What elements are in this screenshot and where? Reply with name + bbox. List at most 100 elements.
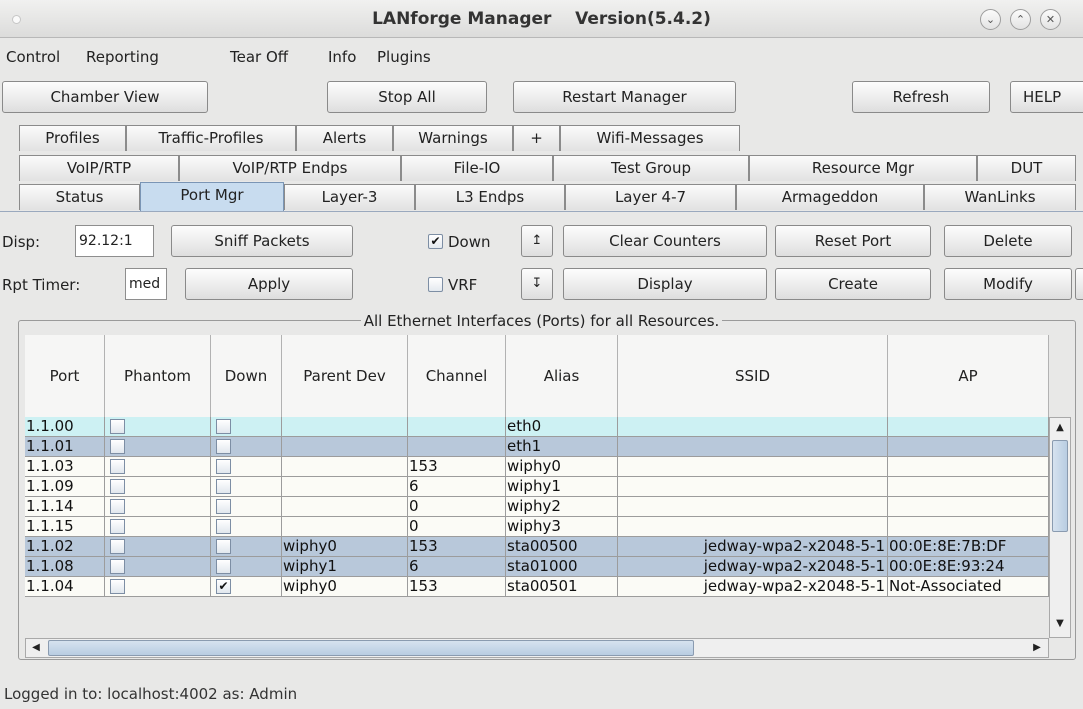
cell-parent-dev: wiphy0 [282,577,408,597]
tab-profiles[interactable]: Profiles [19,125,126,151]
down-checkbox[interactable] [216,459,231,474]
close-icon[interactable]: ✕ [1040,9,1061,30]
column-header-down[interactable]: Down [211,335,282,417]
tab-port-mgr[interactable]: Port Mgr [140,182,284,212]
tab-test-group[interactable]: Test Group [553,155,749,181]
clear-counters-button[interactable]: Clear Counters [563,225,767,257]
down-checkbox[interactable] [216,479,231,494]
down-checkbox[interactable]: ✔ [428,234,443,249]
cell-phantom [105,517,211,537]
down-checkbox[interactable] [216,539,231,554]
scroll-down-icon[interactable]: ▼ [1052,616,1068,632]
restart-manager-button[interactable]: Restart Manager [513,81,736,113]
cell-port: 1.1.01 [25,437,105,457]
sort-down-button[interactable]: ↧ [521,268,553,300]
table-row[interactable]: 1.1.15 0 wiphy3 [25,517,1049,537]
cell-phantom [105,577,211,597]
refresh-button[interactable]: Refresh [852,81,990,113]
horizontal-scrollbar[interactable]: ◀ ▶ [25,638,1049,658]
modify-button[interactable]: Modify [944,268,1072,300]
tab-wanlinks[interactable]: WanLinks [924,184,1076,210]
table-row[interactable]: 1.1.14 0 wiphy2 [25,497,1049,517]
phantom-checkbox[interactable] [110,419,125,434]
horizontal-scroll-thumb[interactable] [48,640,694,656]
menu-info[interactable]: Info [328,40,356,74]
cell-phantom [105,417,211,437]
down-checkbox[interactable] [216,499,231,514]
apply-button[interactable]: Apply [185,268,353,300]
tab-l3-endps[interactable]: L3 Endps [415,184,565,210]
phantom-checkbox[interactable] [110,479,125,494]
cell-parent-dev [282,417,408,437]
table-row[interactable]: 1.1.08 wiphy1 6 sta01000 jedway-wpa2-x2048-5… [25,557,1049,577]
create-button[interactable]: Create [775,268,931,300]
tab-voip-rtp-endps[interactable]: VoIP/RTP Endps [179,155,401,181]
tab-layer-3[interactable]: Layer-3 [284,184,415,210]
tab-alerts[interactable]: Alerts [296,125,393,151]
phantom-checkbox[interactable] [110,459,125,474]
scroll-left-icon[interactable]: ◀ [28,640,44,656]
tab-status[interactable]: Status [19,184,140,210]
menu-reporting[interactable]: Reporting [86,40,159,74]
table-row[interactable]: 1.1.03 153 wiphy0 [25,457,1049,477]
tab-traffic-profiles[interactable]: Traffic-Profiles [126,125,296,151]
column-header-ssid[interactable]: SSID [618,335,888,417]
phantom-checkbox[interactable] [110,439,125,454]
disp-field[interactable]: 92.12:1 [75,225,154,257]
table-row[interactable]: 1.1.01 eth1 [25,437,1049,457]
cell-channel: 0 [408,517,506,537]
tab-file-io[interactable]: File-IO [401,155,553,181]
tab-armageddon[interactable]: Armageddon [736,184,924,210]
menu-control[interactable]: Control [6,40,60,74]
phantom-checkbox[interactable] [110,499,125,514]
table-row[interactable]: 1.1.02 wiphy0 153 sta00500 jedway-wpa2-x2048… [25,537,1049,557]
more-button[interactable] [1075,268,1083,300]
down-checkbox[interactable] [216,559,231,574]
scroll-up-icon[interactable]: ▲ [1052,420,1068,436]
column-header-phantom[interactable]: Phantom [105,335,211,417]
sniff-packets-button[interactable]: Sniff Packets [171,225,353,257]
stop-all-button[interactable]: Stop All [327,81,487,113]
phantom-checkbox[interactable] [110,579,125,594]
column-header-channel[interactable]: Channel [408,335,506,417]
phantom-checkbox[interactable] [110,539,125,554]
table-header: Port Phantom Down Parent Dev Channel Alias SSI… [25,335,1049,417]
display-button[interactable]: Display [563,268,767,300]
maximize-icon[interactable]: ⌃ [1010,9,1031,30]
menu-plugins[interactable]: Plugins [377,40,431,74]
sort-up-button[interactable]: ↥ [521,225,553,257]
rpt-timer-field[interactable]: med [125,268,167,300]
cell-channel: 153 [408,577,506,597]
tab-warnings[interactable]: Warnings [393,125,513,151]
down-checkbox[interactable]: ✔ [216,579,231,594]
tab-layer-4-7[interactable]: Layer 4-7 [565,184,736,210]
delete-button[interactable]: Delete [944,225,1072,257]
table-row[interactable]: 1.1.00 eth0 [25,417,1049,437]
column-header-parent-dev[interactable]: Parent Dev [282,335,408,417]
table-row[interactable]: 1.1.04 ✔ wiphy0 153 sta00501 jedway-wpa2-x204… [25,577,1049,597]
vrf-checkbox[interactable] [428,277,443,292]
reset-port-button[interactable]: Reset Port [775,225,931,257]
column-header-port[interactable]: Port [25,335,105,417]
down-checkbox[interactable] [216,439,231,454]
tab-add[interactable]: + [513,125,560,151]
column-header-alias[interactable]: Alias [506,335,618,417]
phantom-checkbox[interactable] [110,559,125,574]
tab-voip-rtp[interactable]: VoIP/RTP [19,155,179,181]
cell-channel [408,437,506,457]
vertical-scrollbar[interactable]: ▲ ▼ [1049,417,1071,638]
chamber-view-button[interactable]: Chamber View [2,81,208,113]
column-header-ap[interactable]: AP [888,335,1049,417]
menu-tear-off[interactable]: Tear Off [230,40,288,74]
scroll-right-icon[interactable]: ▶ [1029,640,1045,656]
down-checkbox[interactable] [216,519,231,534]
minimize-icon[interactable]: ⌄ [980,9,1001,30]
tab-resource-mgr[interactable]: Resource Mgr [749,155,977,181]
vertical-scroll-thumb[interactable] [1052,440,1068,532]
table-row[interactable]: 1.1.09 6 wiphy1 [25,477,1049,497]
phantom-checkbox[interactable] [110,519,125,534]
down-checkbox[interactable] [216,419,231,434]
tab-wifi-messages[interactable]: Wifi-Messages [560,125,740,151]
help-button[interactable]: HELP [1010,81,1083,113]
tab-dut[interactable]: DUT [977,155,1076,181]
